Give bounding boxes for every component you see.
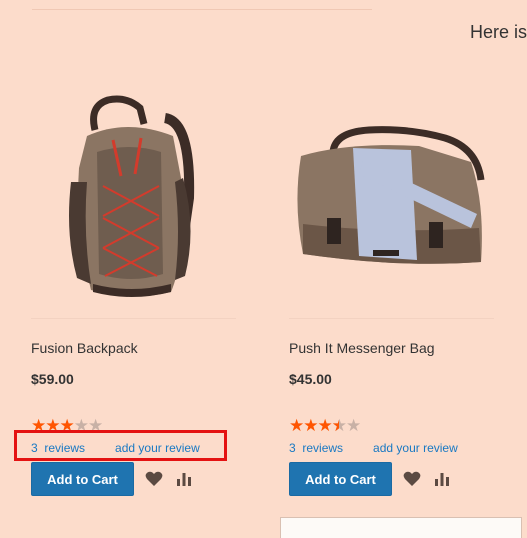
product-price: $59.00	[31, 371, 74, 387]
product-name[interactable]: Fusion Backpack	[31, 340, 138, 356]
add-to-cart-button[interactable]: Add to Cart	[289, 462, 392, 496]
product-image-messenger-bag[interactable]	[289, 78, 494, 318]
rating-stars: ★★★★★★	[289, 416, 361, 435]
star-icon: ★	[303, 416, 318, 435]
add-review-link[interactable]: add your review	[373, 441, 458, 455]
star-icon: ★	[289, 416, 304, 435]
half-star-icon: ★★	[331, 416, 347, 435]
star-icon: ★	[346, 416, 361, 435]
star-icon: ★	[317, 416, 333, 435]
heart-icon[interactable]	[403, 471, 421, 487]
compare-bars-icon[interactable]	[433, 471, 451, 487]
product-price: $45.00	[289, 371, 332, 387]
top-divider	[32, 9, 372, 10]
add-to-cart-button[interactable]: Add to Cart	[31, 462, 134, 496]
image-divider	[289, 318, 494, 319]
product-name[interactable]: Push It Messenger Bag	[289, 340, 435, 356]
promo-heading: Here is	[470, 22, 527, 42]
review-highlight-box	[14, 430, 227, 461]
bottom-panel-edge	[280, 517, 522, 538]
reviews-count-link[interactable]: 3 reviews	[289, 441, 343, 455]
product-image-backpack[interactable]	[31, 78, 236, 318]
review-links: 3 reviews add your review	[289, 441, 458, 455]
image-divider	[31, 318, 236, 319]
heart-icon[interactable]	[145, 471, 163, 487]
compare-bars-icon[interactable]	[175, 471, 193, 487]
